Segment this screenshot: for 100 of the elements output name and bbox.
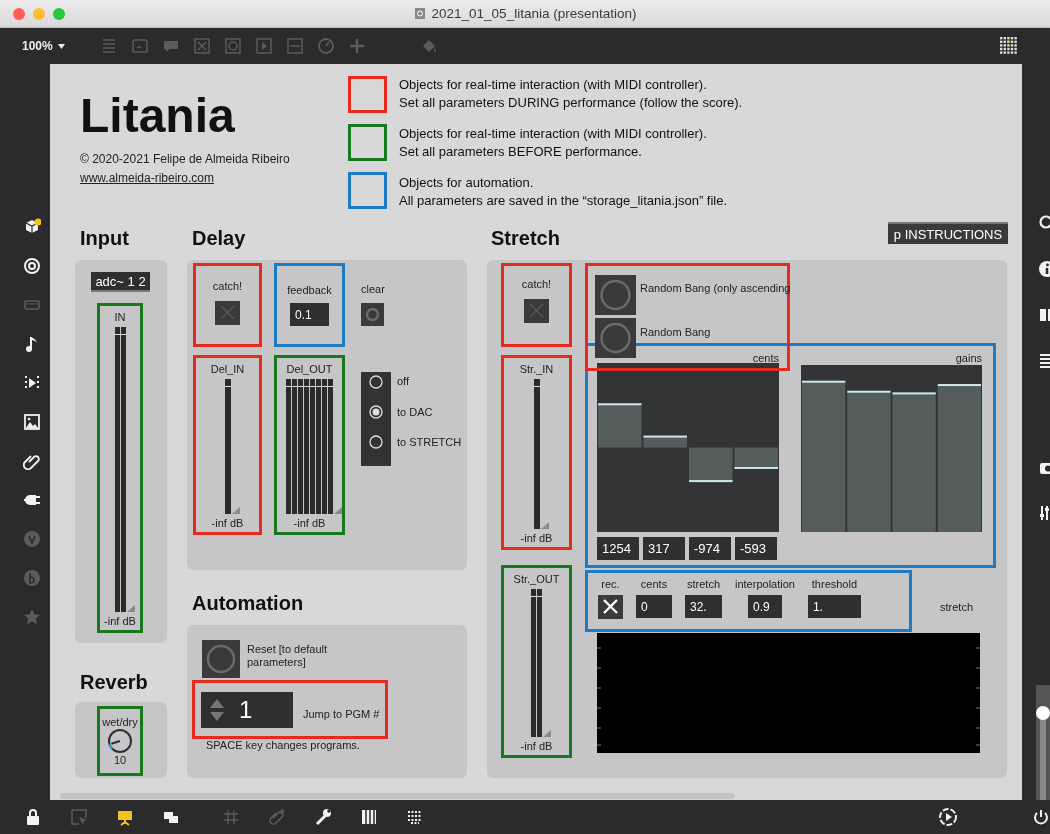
parameter-label: threshold bbox=[811, 578, 858, 590]
knob-value: 10 bbox=[113, 754, 127, 766]
radio-label: to STRETCH bbox=[397, 436, 462, 448]
number-box[interactable]: 0 bbox=[636, 595, 672, 618]
knob[interactable] bbox=[107, 728, 133, 754]
number-box[interactable]: 317 bbox=[643, 537, 685, 560]
meter-label: IN bbox=[114, 311, 126, 323]
number-box[interactable]: 1 bbox=[201, 691, 293, 728]
meter-reading: -inf dB bbox=[104, 615, 136, 627]
circle-box-icon[interactable] bbox=[223, 37, 242, 55]
keyboard-icon[interactable] bbox=[406, 808, 424, 826]
meter-reading: -inf dB bbox=[520, 740, 553, 752]
presentation-icon[interactable] bbox=[116, 808, 134, 826]
zoom-button[interactable] bbox=[53, 7, 65, 20]
lock-icon[interactable] bbox=[24, 808, 42, 826]
multislider[interactable] bbox=[801, 365, 982, 532]
toggle[interactable] bbox=[524, 299, 549, 323]
hint-text: SPACE key changes programs. bbox=[206, 739, 360, 751]
play-box-icon[interactable] bbox=[254, 37, 273, 55]
meter-reading: -inf dB bbox=[293, 517, 326, 529]
select-icon[interactable] bbox=[70, 808, 88, 826]
patch-title: Litania bbox=[80, 90, 235, 143]
bang-button[interactable] bbox=[595, 318, 636, 358]
wrench-icon[interactable] bbox=[314, 808, 332, 826]
multislider[interactable] bbox=[597, 363, 779, 532]
button-label: clear bbox=[361, 283, 385, 295]
radio-button[interactable] bbox=[369, 435, 383, 449]
meter-label: Del_IN bbox=[210, 363, 245, 375]
circle-icon[interactable] bbox=[23, 530, 41, 548]
plus-icon[interactable] bbox=[347, 37, 366, 55]
radio-label: off bbox=[397, 375, 410, 387]
dial-icon[interactable] bbox=[316, 37, 335, 55]
piano-icon[interactable] bbox=[360, 808, 378, 826]
number-box[interactable]: 1254 bbox=[597, 537, 639, 560]
number-box[interactable]: -974 bbox=[689, 537, 731, 560]
target-icon[interactable] bbox=[23, 257, 41, 275]
stepper-arrows-icon[interactable] bbox=[209, 697, 225, 722]
grid-icon[interactable] bbox=[999, 36, 1019, 56]
section-heading: Stretch bbox=[491, 227, 560, 250]
parameter-label: stretch bbox=[687, 578, 720, 590]
number-box[interactable]: -593 bbox=[735, 537, 777, 560]
website-link[interactable]: www.almeida-ribeiro.com bbox=[80, 171, 215, 185]
radio-button[interactable] bbox=[369, 405, 383, 419]
scroll-bar[interactable] bbox=[60, 793, 735, 799]
scope-label: stretch bbox=[940, 601, 973, 613]
play-circle-icon[interactable] bbox=[938, 807, 958, 827]
zoom-menu[interactable]: 100% bbox=[22, 39, 65, 53]
multislider-label: cents bbox=[752, 352, 779, 364]
section-heading: Delay bbox=[192, 227, 246, 250]
radio-label: to DAC bbox=[397, 405, 433, 418]
star-icon[interactable] bbox=[23, 608, 41, 626]
parameter-label: cents bbox=[640, 578, 668, 590]
number-box[interactable]: 1. bbox=[807, 595, 861, 618]
section-heading: Input bbox=[80, 227, 129, 250]
radio-button[interactable] bbox=[369, 375, 383, 389]
number-box[interactable]: 32. bbox=[685, 595, 722, 618]
section-heading: Automation bbox=[192, 592, 304, 615]
parameter-label: rec. bbox=[601, 578, 620, 590]
document-icon bbox=[413, 7, 426, 20]
meter-label: Del_OUT bbox=[286, 363, 333, 375]
volume-slider[interactable] bbox=[1036, 685, 1050, 800]
instructions-button[interactable]: p INSTRUCTIONS bbox=[888, 222, 1008, 244]
slider-thumb[interactable] bbox=[1036, 705, 1050, 720]
button-label: Reset [to default parameters] bbox=[247, 643, 329, 669]
legend-text: Objects for real-time interaction (with MIDI controller). Set all parameters BEFORE performance. bbox=[399, 125, 707, 161]
toggle-icon[interactable] bbox=[192, 37, 211, 55]
object-box[interactable]: adc~ 1 2 bbox=[91, 272, 150, 292]
caret-icon bbox=[57, 43, 65, 49]
legend-text: Objects for real-time interaction (with MIDI controller). Set all parameters DURING performance (follow the score). bbox=[399, 76, 743, 112]
button-label: Random Bang bbox=[640, 326, 711, 338]
bang-button[interactable] bbox=[202, 640, 240, 678]
section-heading: Reverb bbox=[80, 671, 148, 694]
copyright-text: © 2020-2021 Felipe de Almeida Ribeiro bbox=[80, 152, 290, 166]
cube-icon[interactable] bbox=[23, 218, 41, 236]
legend-text: Objects for automation. All parameters are saved in the “storage_litania.json” file. bbox=[399, 174, 728, 210]
bang-button[interactable] bbox=[595, 275, 636, 315]
bang-button[interactable] bbox=[361, 303, 384, 326]
meter-label: Str._IN bbox=[519, 363, 554, 375]
toggle-label: catch! bbox=[521, 278, 552, 290]
message-box-icon[interactable] bbox=[130, 37, 149, 55]
number-box[interactable]: 0.9 bbox=[747, 595, 782, 618]
image-icon[interactable] bbox=[23, 413, 41, 431]
parameter-label: interpolation bbox=[735, 578, 795, 590]
toggle-label: catch! bbox=[212, 280, 243, 292]
paperclip-icon[interactable] bbox=[23, 452, 41, 470]
meter-label: Str._OUT bbox=[513, 573, 560, 585]
multislider-label: gains bbox=[955, 352, 982, 364]
meter-reading: -inf dB bbox=[211, 517, 244, 529]
toggle[interactable] bbox=[215, 301, 240, 325]
number-label: feedback bbox=[287, 284, 332, 296]
number-box[interactable]: 0.1 bbox=[290, 303, 329, 326]
window-title: 2021_01_05_litania (presentation) bbox=[431, 6, 637, 21]
close-button[interactable] bbox=[13, 7, 25, 20]
circle-icon[interactable] bbox=[23, 569, 41, 587]
meter-reading: -inf dB bbox=[520, 532, 553, 544]
power-icon[interactable] bbox=[1032, 808, 1050, 826]
paperclip-icon[interactable] bbox=[268, 808, 286, 826]
minus-box-icon[interactable] bbox=[285, 37, 304, 55]
number-label: Jump to PGM # bbox=[303, 707, 380, 720]
toggle[interactable] bbox=[598, 595, 623, 619]
